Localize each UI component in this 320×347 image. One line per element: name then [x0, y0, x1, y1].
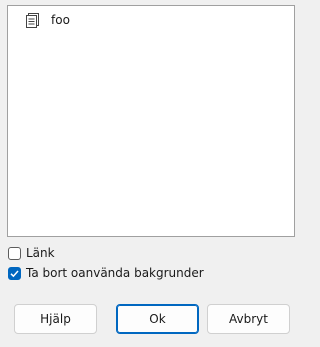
checkmark-icon	[10, 270, 19, 277]
ok-button[interactable]: Ok	[116, 304, 199, 334]
dialog: foo Länk Ta bort oanvända bakgrunder Hjä…	[0, 0, 304, 347]
link-label: Länk	[26, 246, 55, 260]
remove-unused-label: Ta bort oanvända bakgrunder	[26, 266, 204, 280]
background-list[interactable]: foo	[7, 5, 295, 237]
document-icon	[25, 12, 41, 28]
list-item[interactable]: foo	[25, 10, 70, 30]
cancel-button[interactable]: Avbryt	[207, 304, 290, 334]
link-option[interactable]: Länk	[8, 244, 55, 262]
list-item-label: foo	[51, 13, 70, 27]
help-button[interactable]: Hjälp	[14, 304, 97, 334]
remove-unused-checkbox[interactable]	[8, 266, 21, 280]
remove-unused-option[interactable]: Ta bort oanvända bakgrunder	[8, 264, 204, 282]
link-checkbox[interactable]	[8, 246, 21, 260]
